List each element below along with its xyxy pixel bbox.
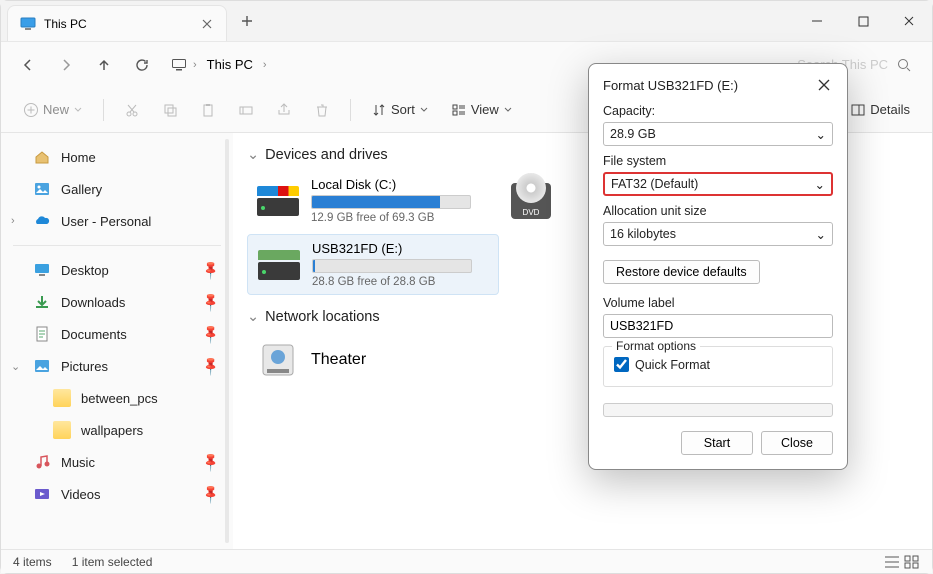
folder-icon xyxy=(53,421,71,439)
tab-this-pc[interactable]: This PC xyxy=(7,5,227,41)
pin-icon: 📌 xyxy=(200,355,223,378)
tab-title: This PC xyxy=(44,17,192,31)
sort-button[interactable]: Sort xyxy=(363,93,437,127)
start-button[interactable]: Start xyxy=(681,431,753,455)
allocation-label: Allocation unit size xyxy=(603,204,833,218)
storage-bar xyxy=(312,259,472,273)
chevron-right-icon: › xyxy=(193,59,197,71)
music-icon xyxy=(33,453,51,471)
storage-bar xyxy=(311,195,471,209)
sidebar-item-user[interactable]: ›User - Personal xyxy=(5,205,229,237)
paste-button[interactable] xyxy=(192,93,224,127)
chevron-down-icon: ⌄ xyxy=(816,127,826,142)
chevron-right-icon: › xyxy=(263,59,267,71)
sidebar-item-wallpapers[interactable]: wallpapers xyxy=(5,414,229,446)
sidebar-item-documents[interactable]: Documents📌 xyxy=(5,318,229,350)
breadcrumb-item[interactable]: This PC xyxy=(203,53,257,76)
drive-dvd[interactable]: DVD xyxy=(511,183,551,219)
sidebar-item-videos[interactable]: Videos📌 xyxy=(5,478,229,510)
drive-local-disk-c[interactable]: Local Disk (C:) 12.9 GB free of 69.3 GB xyxy=(247,171,499,230)
drive-icon xyxy=(257,186,299,216)
filesystem-label: File system xyxy=(603,154,833,168)
search-icon xyxy=(896,57,912,73)
capacity-label: Capacity: xyxy=(603,104,833,118)
allocation-select[interactable]: 16 kilobytes⌄ xyxy=(603,222,833,246)
sidebar-item-between-pcs[interactable]: between_pcs xyxy=(5,382,229,414)
view-button[interactable]: View xyxy=(443,93,521,127)
pin-icon: 📌 xyxy=(200,451,223,474)
delete-button[interactable] xyxy=(306,93,338,127)
rename-button[interactable] xyxy=(230,93,262,127)
sidebar-item-downloads[interactable]: Downloads📌 xyxy=(5,286,229,318)
videos-icon xyxy=(33,485,51,503)
chevron-right-icon[interactable]: › xyxy=(11,215,15,227)
sidebar-item-gallery[interactable]: Gallery xyxy=(5,173,229,205)
details-pane-button[interactable]: Details xyxy=(842,93,918,127)
downloads-icon xyxy=(33,293,51,311)
sidebar: Home Gallery ›User - Personal Desktop📌 D… xyxy=(1,133,233,549)
dialog-title: Format USB321FD (E:) xyxy=(603,78,738,93)
share-button[interactable] xyxy=(268,93,300,127)
home-icon xyxy=(33,148,51,166)
monitor-icon xyxy=(171,57,187,73)
breadcrumb[interactable]: › This PC › xyxy=(163,53,275,76)
chevron-down-icon: ⌄ xyxy=(247,309,259,325)
drive-usb-e[interactable]: USB321FD (E:) 28.8 GB free of 28.8 GB xyxy=(247,234,499,295)
desktop-icon xyxy=(33,261,51,279)
gallery-icon xyxy=(33,180,51,198)
close-window-button[interactable] xyxy=(886,1,932,41)
grid-view-icon[interactable] xyxy=(904,555,920,569)
restore-defaults-button[interactable]: Restore device defaults xyxy=(603,260,760,284)
maximize-button[interactable] xyxy=(840,1,886,41)
documents-icon xyxy=(33,325,51,343)
volume-label-label: Volume label xyxy=(603,296,833,310)
pictures-icon xyxy=(33,357,51,375)
copy-button[interactable] xyxy=(154,93,186,127)
back-button[interactable] xyxy=(11,48,45,82)
chevron-down-icon[interactable]: ⌄ xyxy=(11,360,20,373)
pin-icon: 📌 xyxy=(200,291,223,314)
close-icon[interactable] xyxy=(815,76,833,94)
forward-button[interactable] xyxy=(49,48,83,82)
sidebar-item-desktop[interactable]: Desktop📌 xyxy=(5,254,229,286)
media-device-icon xyxy=(257,339,299,381)
pin-icon: 📌 xyxy=(200,323,223,346)
title-bar: This PC xyxy=(1,1,932,41)
up-button[interactable] xyxy=(87,48,121,82)
minimize-button[interactable] xyxy=(794,1,840,41)
status-bar: 4 items 1 item selected xyxy=(1,549,932,573)
quick-format-checkbox[interactable]: Quick Format xyxy=(614,357,822,372)
folder-icon xyxy=(53,389,71,407)
status-item-count: 4 items xyxy=(13,555,52,569)
new-button[interactable]: New xyxy=(15,93,91,127)
filesystem-select[interactable]: FAT32 (Default)⌄ xyxy=(603,172,833,196)
close-button[interactable]: Close xyxy=(761,431,833,455)
monitor-icon xyxy=(20,16,36,32)
format-dialog: Format USB321FD (E:) Capacity: 28.9 GB⌄ … xyxy=(588,63,848,470)
drive-icon xyxy=(258,250,300,280)
chevron-down-icon: ⌄ xyxy=(815,177,825,192)
pin-icon: 📌 xyxy=(200,483,223,506)
list-view-icon[interactable] xyxy=(884,555,900,569)
sidebar-item-music[interactable]: Music📌 xyxy=(5,446,229,478)
refresh-button[interactable] xyxy=(125,48,159,82)
status-selected-count: 1 item selected xyxy=(72,555,153,569)
capacity-select[interactable]: 28.9 GB⌄ xyxy=(603,122,833,146)
progress-bar xyxy=(603,403,833,417)
sidebar-item-home[interactable]: Home xyxy=(5,141,229,173)
pin-icon: 📌 xyxy=(200,259,223,282)
close-icon[interactable] xyxy=(200,17,214,31)
chevron-down-icon: ⌄ xyxy=(816,227,826,242)
chevron-down-icon: ⌄ xyxy=(247,147,259,163)
volume-label-input[interactable] xyxy=(603,314,833,338)
format-options-group: Format options Quick Format xyxy=(603,346,833,387)
cut-button[interactable] xyxy=(116,93,148,127)
new-tab-button[interactable] xyxy=(227,1,267,41)
onedrive-icon xyxy=(33,212,51,230)
sidebar-item-pictures[interactable]: ⌄Pictures📌 xyxy=(5,350,229,382)
